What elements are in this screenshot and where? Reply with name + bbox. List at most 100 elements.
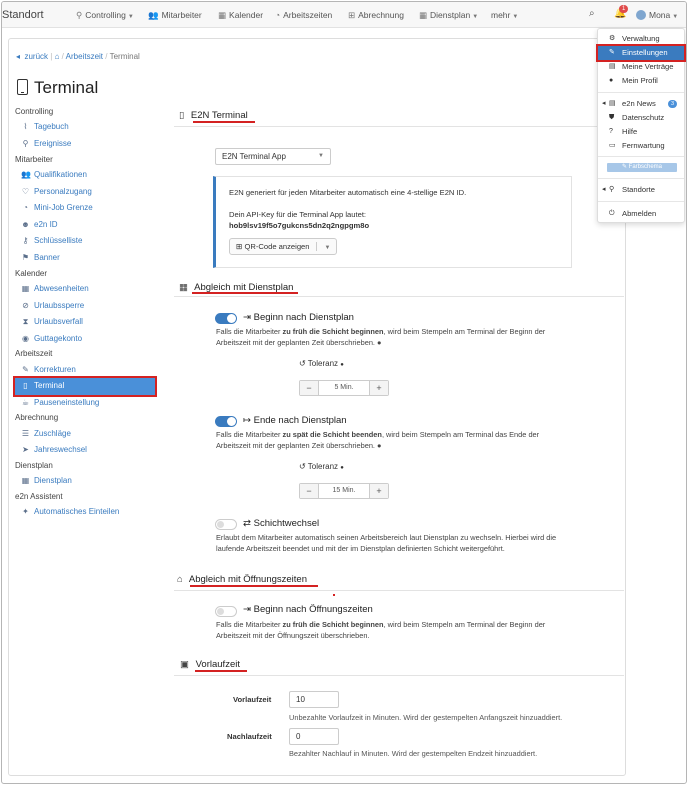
sidebar-item-pauseneinstellung[interactable]: ☕ Pauseneinstellung: [15, 395, 155, 412]
sidebar-section-heading: Kalender: [15, 268, 48, 278]
sidebar-item-guttagekonto[interactable]: ◉ Guttagekonto: [15, 331, 155, 348]
home-icon[interactable]: ⌂: [55, 52, 60, 61]
info-icon[interactable]: ●: [340, 362, 344, 368]
tolerance-label: ↺ Toleranz ●: [299, 359, 344, 368]
sidebar-item-schlüsselliste[interactable]: ⚷ Schlüsselliste: [15, 233, 155, 250]
info-text: E2N generiert für jeden Mitarbeiter auto…: [229, 188, 467, 197]
toggle-beginn-dienstplan[interactable]: [215, 313, 237, 324]
menu-hilfe[interactable]: ? Hilfe: [598, 125, 684, 139]
toggle-ende-dienstplan[interactable]: [215, 416, 237, 427]
tolerance-stepper-ende[interactable]: − 15 Min. +: [299, 483, 389, 499]
chevron-down-icon: ▼: [318, 153, 324, 159]
menu-fernwartung[interactable]: ▭ Fernwartung: [598, 139, 684, 153]
toggle-schichtwechsel[interactable]: [215, 519, 237, 530]
exchange-icon: ⇄: [243, 518, 251, 529]
sign-out-icon: ↦: [243, 415, 251, 426]
breadcrumb-arbeitszeit[interactable]: Arbeitszeit: [66, 52, 103, 61]
nav-controlling[interactable]: ⚲ Controlling ▼: [76, 10, 134, 21]
nav-arbeitszeiten[interactable]: ◔ Arbeitszeiten: [275, 10, 332, 20]
menu-einstellungen[interactable]: ✎ Einstellungen: [596, 44, 686, 62]
sidebar-item-abwesenheiten[interactable]: ▦ Abwesenheiten: [15, 281, 155, 298]
sidebar-section-heading: Controlling: [15, 107, 54, 116]
nav-label: Dienstplan: [430, 10, 471, 20]
stepper-value[interactable]: 15 Min.: [318, 484, 370, 498]
brand-label[interactable]: Standort: [2, 9, 44, 21]
sidebar-item-label: Schlüsselliste: [34, 236, 83, 246]
back-arrow-icon[interactable]: ◂: [16, 52, 20, 61]
menu-e2n-news[interactable]: ◂ ▤ e2n News 3: [598, 97, 684, 111]
sidebar-item-automatisches-einteilen[interactable]: ✦ Automatisches Einteilen: [15, 504, 155, 521]
increment-button[interactable]: +: [370, 381, 388, 395]
sidebar-item-tagebuch[interactable]: ⌇ Tagebuch: [15, 119, 155, 136]
sidebar-section-heading: Mitarbeiter: [15, 154, 53, 164]
chevron-down-icon: ▼: [512, 14, 519, 20]
sidebar-item-e2n-id[interactable]: ☻ e2n ID: [15, 217, 155, 234]
nav-kalender[interactable]: ▦ Kalender: [218, 10, 263, 21]
sidebar-item-mini-job-grenze[interactable]: ◔ Mini-Job Grenze: [15, 200, 155, 217]
section-title-text: E2N Terminal: [190, 110, 248, 121]
nav-mehr[interactable]: mehr ▼: [491, 10, 518, 20]
tolerance-stepper-beginn[interactable]: − 5 Min. +: [299, 380, 389, 396]
sidebar-item-label: Korrekturen: [34, 364, 76, 374]
sidebar-item-dienstplan[interactable]: ▦ Dienstplan: [15, 473, 155, 490]
decrement-button[interactable]: −: [300, 484, 318, 498]
stepper-value[interactable]: 5 Min.: [318, 381, 370, 395]
divider: [174, 675, 624, 676]
qr-code-main[interactable]: ⊞ QR-Code anzeigen: [230, 242, 316, 251]
desc-text: , wird beim Stempeln am Terminal der Beg…: [383, 327, 546, 336]
annotation-underline: [192, 292, 298, 294]
menu-datenschutz[interactable]: ⛊ Datenschutz: [598, 111, 684, 125]
back-link[interactable]: zurück: [24, 52, 48, 61]
nav-label: Mitarbeiter: [161, 10, 202, 20]
chevron-down-icon: ▼: [472, 14, 479, 20]
nachlaufzeit-input[interactable]: 0: [289, 728, 339, 745]
sidebar-item-qualifikationen[interactable]: 👥 Qualifikationen: [15, 167, 155, 184]
user-circle-icon: ●: [609, 77, 614, 84]
sidebar-item-ereignisse[interactable]: ⚲ Ereignisse: [15, 136, 155, 153]
user-menu-toggle[interactable]: Mona ▼: [636, 10, 678, 20]
sidebar-item-zuschläge[interactable]: ☰ Zuschläge: [15, 426, 155, 443]
info-icon[interactable]: ●: [377, 441, 381, 450]
increment-button[interactable]: +: [370, 484, 388, 498]
sidebar-item-jahreswechsel[interactable]: ➤ Jahreswechsel: [15, 442, 155, 459]
menu-divider: [598, 92, 684, 93]
tolerance-text: Toleranz: [307, 359, 339, 368]
qr-code-button[interactable]: ⊞ QR-Code anzeigen ▼: [229, 238, 338, 255]
info-icon[interactable]: ●: [377, 338, 381, 347]
sidebar-item-banner[interactable]: ⚑ Banner: [15, 250, 155, 267]
option-label: Beginn nach Dienstplan: [253, 312, 354, 323]
sidebar-item-urlaubsverfall[interactable]: ⧗ Urlaubsverfall: [15, 314, 155, 331]
nav-dienstplan[interactable]: ▦ Dienstplan ▼: [419, 10, 478, 21]
calendar-icon: ▦: [21, 283, 30, 293]
qr-dropdown-toggle[interactable]: ▼: [315, 242, 337, 251]
sidebar-item-korrekturen[interactable]: ✎ Korrekturen: [15, 362, 155, 379]
sidebar-section-heading: Arbeitszeit: [15, 349, 53, 359]
nav-label: Arbeitszeiten: [283, 10, 333, 20]
section-title-text: Abgleich mit Öffnungszeiten: [188, 574, 307, 585]
terminal-type-select[interactable]: E2N Terminal App ▼: [215, 148, 331, 165]
menu-standorte[interactable]: ◂ ⚲ Standorte: [598, 183, 684, 197]
calendar-icon: ▦: [21, 476, 30, 486]
farbschema-button[interactable]: ✎ Farbschema: [607, 163, 677, 172]
search-icon[interactable]: ⌕: [589, 8, 595, 19]
stopwatch-icon: ◔: [275, 10, 281, 20]
toggle-beginn-oeffnungszeiten[interactable]: [215, 606, 237, 617]
menu-abmelden[interactable]: ⏻ Abmelden: [598, 207, 684, 221]
sidebar-item-personalzugang[interactable]: ♡ Personalzugang: [15, 184, 155, 201]
menu-verwaltung[interactable]: ⚙ Verwaltung: [598, 32, 684, 46]
vorlaufzeit-input[interactable]: 10: [289, 691, 339, 708]
sidebar-item-label: Mini-Job Grenze: [34, 203, 93, 213]
brush-icon: ✎: [621, 164, 627, 170]
calendar-icon: ▦: [179, 282, 188, 293]
sidebar-item-terminal[interactable]: ▯ Terminal: [13, 376, 157, 397]
sidebar-item-urlaubssperre[interactable]: ⊘ Urlaubssperre: [15, 298, 155, 315]
nav-label: mehr: [491, 10, 511, 20]
menu-mein-profil[interactable]: ● Mein Profil: [598, 74, 684, 88]
decrement-button[interactable]: −: [300, 381, 318, 395]
sidebar-item-label: Terminal: [34, 381, 65, 391]
vorlaufzeit-help: Unbezahlte Vorlaufzeit in Minuten. Wird …: [289, 713, 563, 722]
info-icon[interactable]: ●: [340, 465, 344, 471]
nav-mitarbeiter[interactable]: 👥 Mitarbeiter: [148, 10, 202, 21]
nav-abrechnung[interactable]: ⊞ Abrechnung: [348, 10, 404, 21]
menu-meine-vertraege[interactable]: ▤ Meine Verträge: [598, 60, 684, 74]
